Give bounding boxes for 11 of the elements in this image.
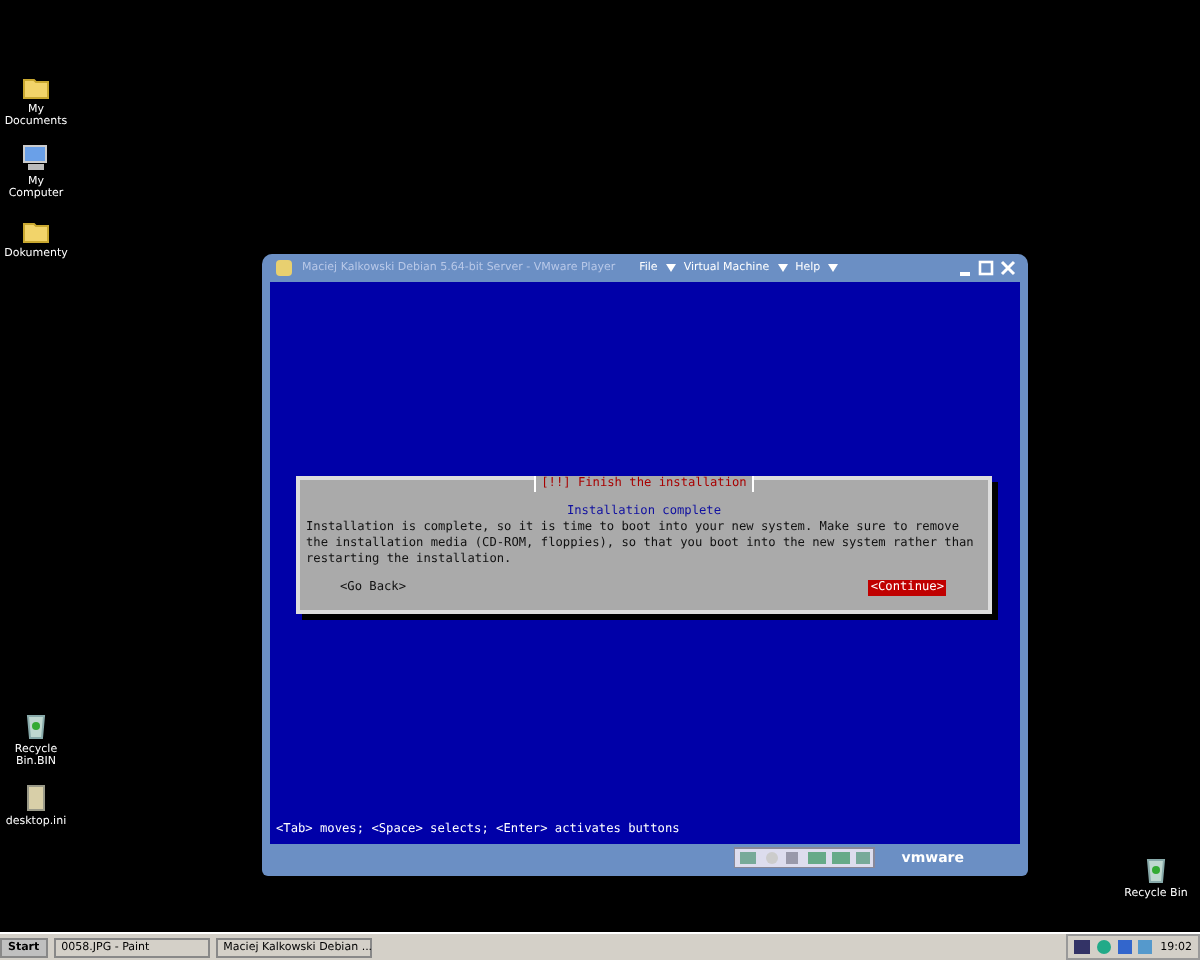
app-icon: [274, 258, 294, 278]
recycle-bin-icon[interactable]: [1142, 856, 1170, 884]
caret-icon: [828, 264, 839, 272]
caret-icon: [777, 264, 788, 272]
tray-icons[interactable]: [1074, 938, 1155, 956]
computer-icon[interactable]: [22, 144, 50, 172]
device-icons[interactable]: [733, 846, 878, 868]
file-icon[interactable]: [22, 784, 50, 812]
recycle-bin-icon[interactable]: [22, 712, 50, 740]
caret-icon: [665, 264, 676, 272]
window-controls-icon[interactable]: [956, 259, 1016, 277]
